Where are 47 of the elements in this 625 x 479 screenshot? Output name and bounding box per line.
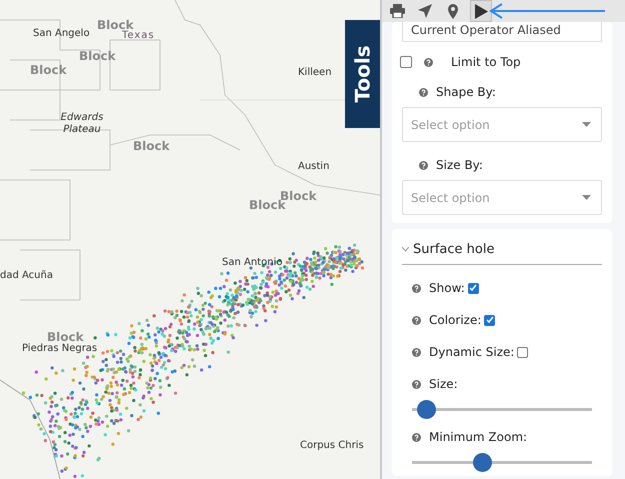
caret-icon [582, 122, 591, 127]
field-label: Size By: [436, 158, 483, 172]
checkbox[interactable] [484, 314, 496, 326]
checkbox-label: Limit to Top [451, 55, 521, 69]
help-icon[interactable] [419, 88, 428, 96]
help-icon[interactable] [424, 58, 433, 66]
slider-thumb[interactable] [417, 400, 436, 419]
help-icon[interactable] [412, 348, 421, 356]
map-label: Block [47, 330, 84, 344]
field-label: Shape By: [436, 85, 496, 99]
map-label: Texas [122, 30, 155, 42]
checkbox-label: Dynamic Size: [429, 345, 514, 359]
play-icon [474, 4, 488, 18]
printer-icon [390, 4, 404, 18]
map-label: Block [79, 49, 116, 64]
help-icon[interactable] [412, 380, 421, 388]
checkbox[interactable] [468, 282, 479, 294]
map-label: Corpus Chris [300, 440, 364, 452]
checkbox-label: Colorize: [429, 313, 482, 327]
navigation-arrow-icon [418, 4, 432, 18]
chevron-icon [402, 247, 409, 252]
checkbox[interactable] [517, 346, 528, 358]
help-icon[interactable] [412, 284, 421, 292]
slider-label: Size: [429, 377, 458, 391]
map-label: Piedras Negras [22, 343, 98, 355]
map-label: dad Acuña [0, 270, 53, 282]
caret-icon [582, 195, 591, 200]
input-field[interactable]: Current Operator Aliased [402, 22, 602, 42]
map-label: Block [249, 198, 286, 212]
slider-label: Minimum Zoom: [429, 430, 528, 444]
map-label: Killeen [298, 67, 332, 79]
section-header[interactable]: Surface hole [402, 235, 602, 265]
help-icon[interactable] [412, 432, 421, 442]
map-label: Block [133, 139, 170, 154]
slider-thumb[interactable] [473, 453, 492, 472]
help-icon[interactable] [419, 160, 428, 170]
checkbox[interactable] [400, 56, 412, 68]
map-label: Block [97, 18, 134, 32]
help-icon[interactable] [412, 316, 421, 324]
map-pin-icon [448, 4, 458, 18]
map-label: Block [30, 63, 67, 78]
checkbox-label: Show: [429, 281, 465, 295]
map-label: Austin [298, 161, 330, 173]
toolbar-button[interactable] [470, 0, 492, 22]
map-label: San Angelo [33, 28, 90, 40]
map-label: Edwards Plateau [60, 112, 104, 136]
tools-tab[interactable]: Tools [345, 20, 380, 128]
